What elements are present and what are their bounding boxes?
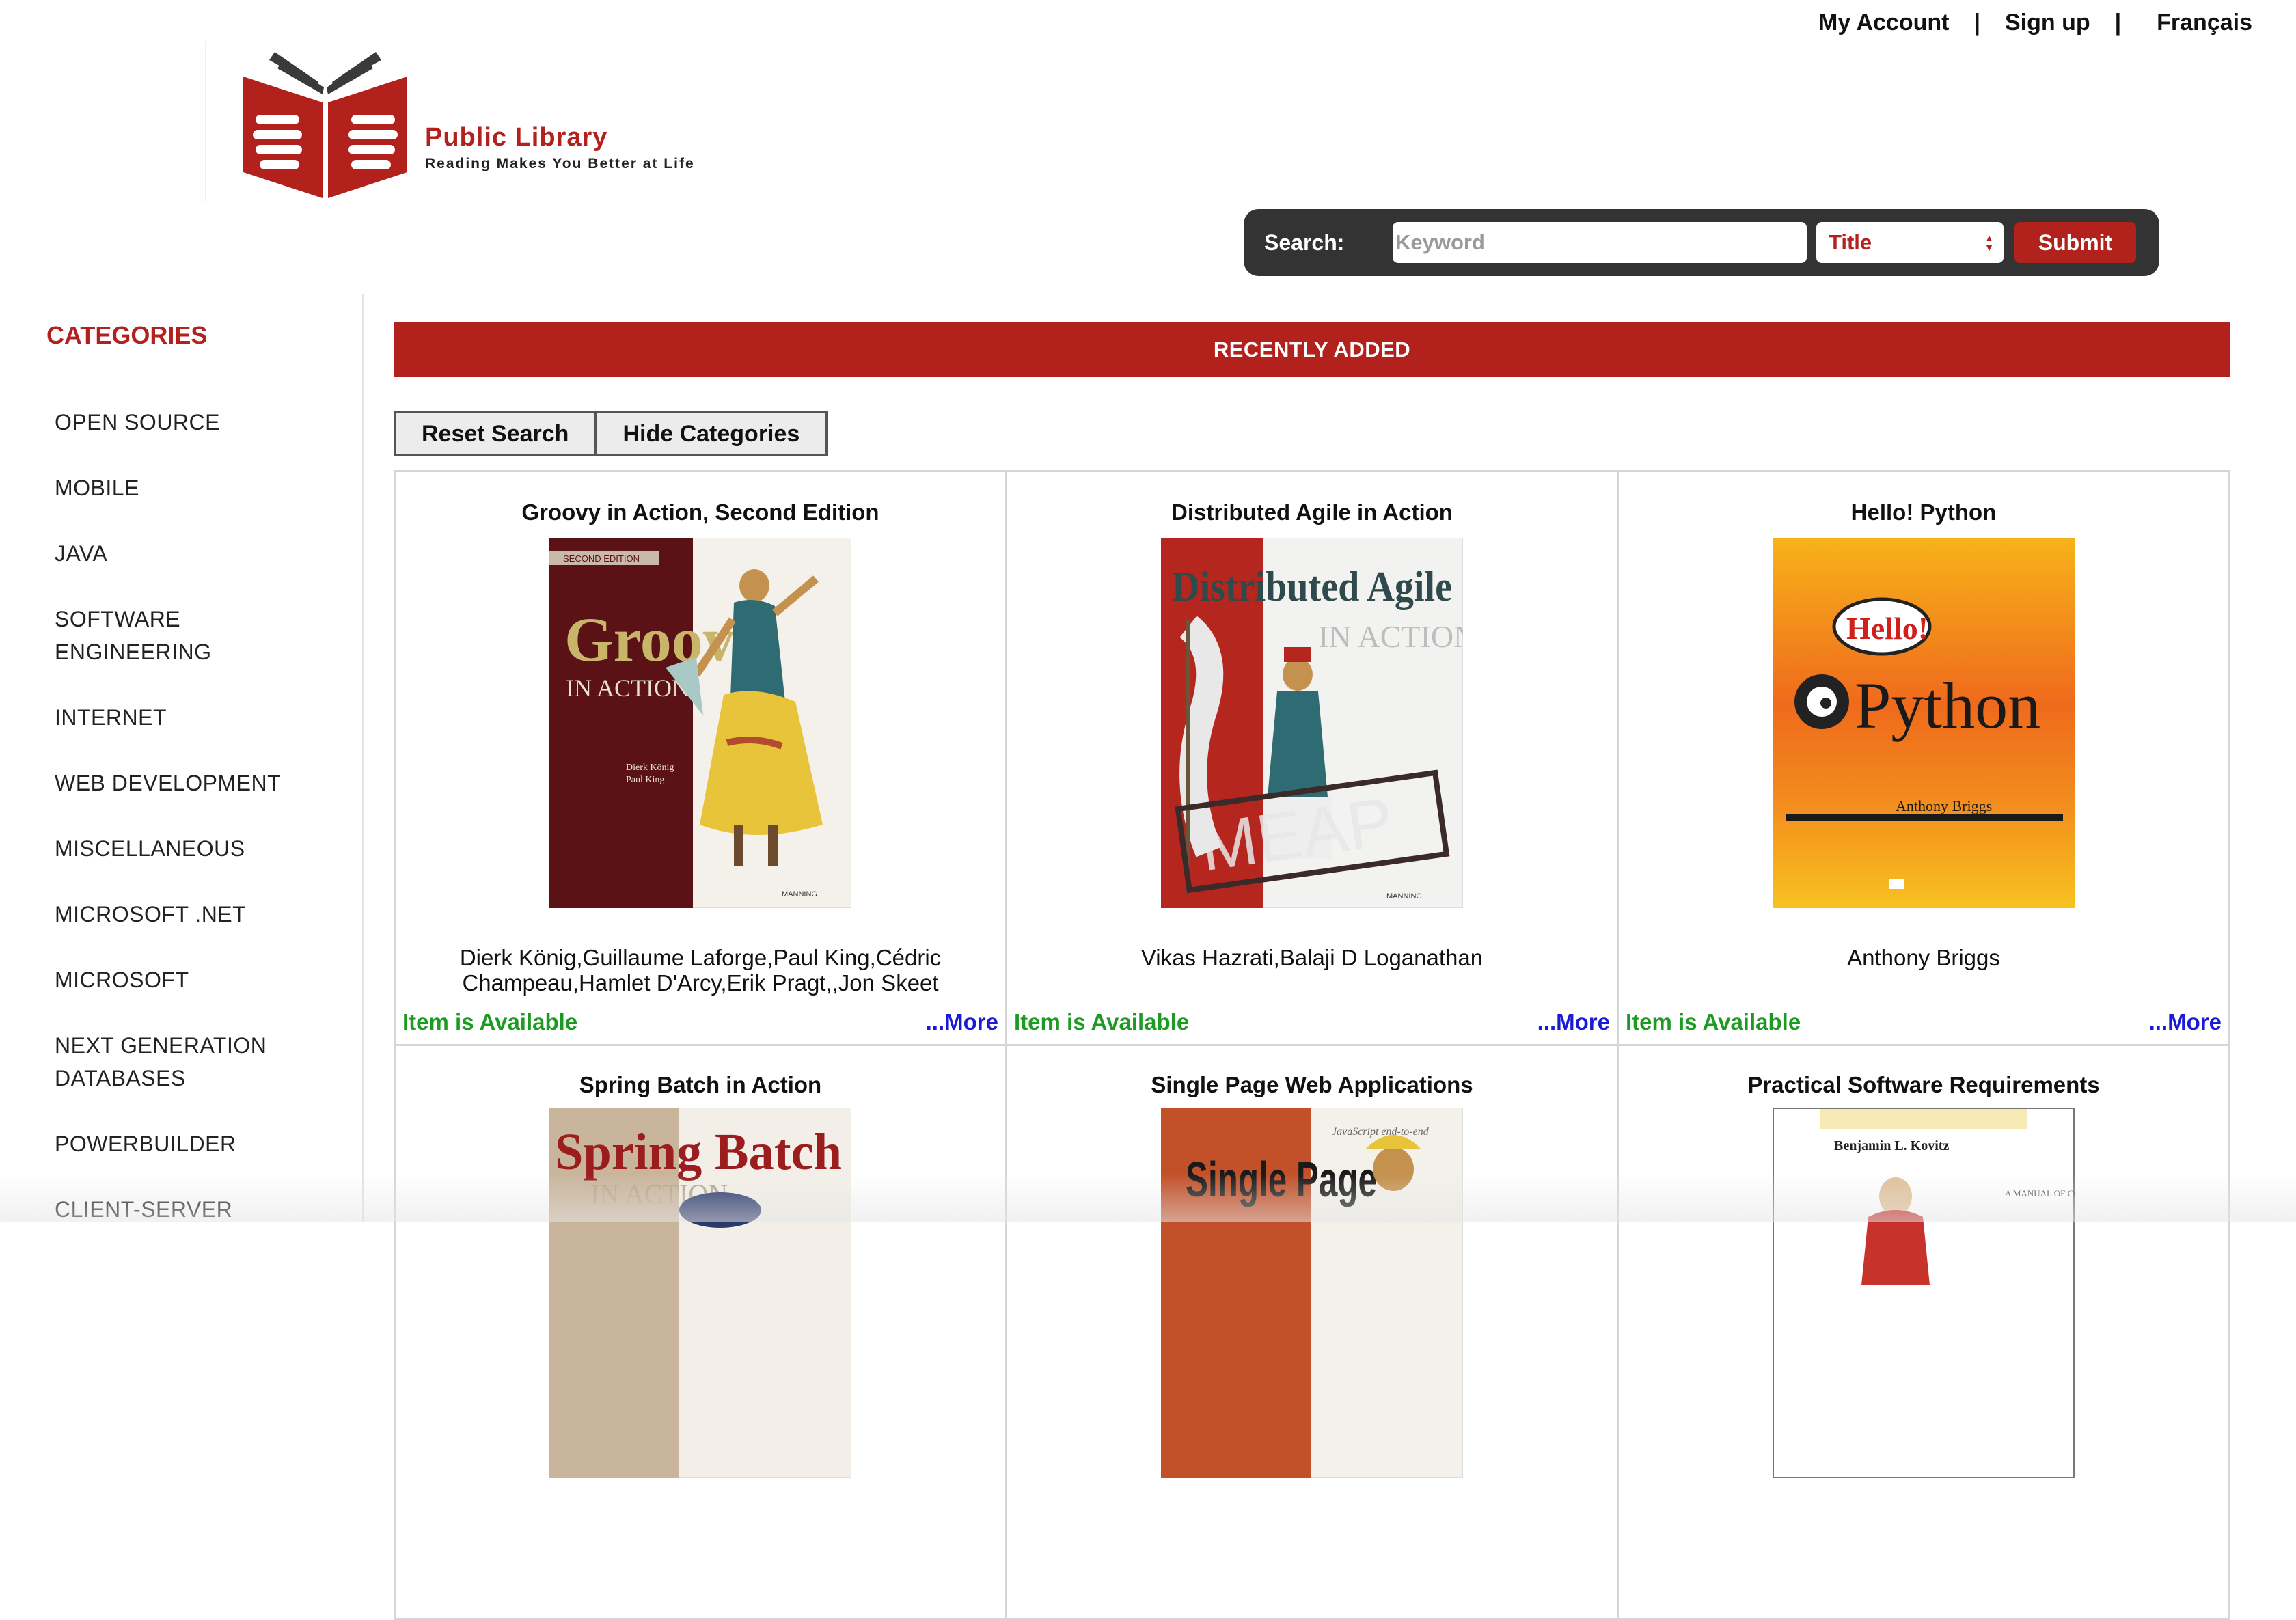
category-item[interactable]: MISCELLANEOUS — [55, 832, 328, 865]
cover-word0: JavaScript end-to-end — [1332, 1126, 1430, 1138]
categories-sidebar: CATEGORIES OPEN SOURCE MOBILE JAVA SOFTW… — [0, 294, 364, 1222]
book-cover-image[interactable]: SECOND EDITION Groovy IN ACTION Dierk Kö… — [549, 538, 851, 908]
logo-title: Public Library — [425, 123, 608, 152]
cover-publisher: MANNING — [782, 890, 817, 898]
logo-divider — [205, 41, 206, 202]
cover-sub: A MANUAL OF CONTENT — [2005, 1188, 2075, 1198]
book-authors: Vikas Hazrati,Balaji D Loganathan — [1140, 945, 1484, 970]
category-item[interactable]: MICROSOFT — [55, 963, 328, 996]
cover-edition: SECOND EDITION — [563, 553, 640, 564]
select-arrows-icon: ▲ ▼ — [1984, 232, 1994, 253]
book-title[interactable]: Hello! Python — [1619, 499, 2228, 525]
category-list: OPEN SOURCE MOBILE JAVA SOFTWARE ENGINEE… — [55, 406, 328, 1259]
sign-up-link[interactable]: Sign up — [2005, 10, 2090, 36]
link-separator: | — [2114, 10, 2122, 36]
book-cover-image[interactable]: Spring Batch IN ACTION — [549, 1108, 851, 1478]
more-link[interactable]: ...More — [1538, 1009, 1610, 1035]
link-separator: | — [1973, 10, 1980, 36]
availability-status: Item is Available — [1014, 1009, 1190, 1034]
availability-status: Item is Available — [402, 1009, 578, 1034]
book-card: Single Page Web Applications JavaScript … — [1007, 1046, 1619, 1620]
cover-bubble: Hello! — [1846, 611, 1928, 646]
book-card: Spring Batch in Action Spring Batch IN A… — [396, 1046, 1007, 1620]
categories-title: CATEGORIES — [46, 321, 208, 349]
submit-button[interactable]: Submit — [2014, 222, 2136, 263]
more-link[interactable]: ...More — [926, 1009, 998, 1035]
category-item[interactable]: INTERNET — [55, 701, 328, 734]
cover-word1: Distributed Agile — [1172, 564, 1452, 610]
category-item[interactable]: MOBILE — [55, 471, 328, 504]
book-card: Groovy in Action, Second Edition SECOND … — [396, 472, 1007, 1046]
book-card: Hello! Python Hello! Python Anthony Brig… — [1619, 472, 2230, 1046]
book-logo-icon — [243, 52, 407, 198]
book-authors: Dierk König,Guillaume Laforge,Paul King,… — [459, 945, 942, 996]
top-links: My Account | Sign up | Français — [1818, 10, 2252, 36]
book-cover-image[interactable]: Hello! Python Anthony Briggs — [1773, 538, 2075, 908]
distributed-agile-cover: Distributed Agile IN ACTION MEAP MANNING — [1161, 538, 1463, 908]
book-title[interactable]: Groovy in Action, Second Edition — [396, 499, 1005, 525]
cover-word2: IN ACTION — [566, 674, 689, 702]
category-item[interactable]: CLIENT-SERVER — [55, 1193, 328, 1226]
cover-word1: Python — [1855, 669, 2040, 742]
book-card: Practical Software Requirements Benjamin… — [1619, 1046, 2230, 1620]
cover-word1: Single Page — [1186, 1153, 1377, 1207]
my-account-link[interactable]: My Account — [1818, 10, 1949, 36]
groovy-cover: SECOND EDITION Groovy IN ACTION Dierk Kö… — [549, 538, 851, 908]
search-input[interactable] — [1393, 222, 1807, 263]
search-field-select[interactable]: Title ▲ ▼ — [1816, 222, 2004, 263]
category-item[interactable]: POWERBUILDER — [55, 1127, 328, 1160]
cover-author: Anthony Briggs — [1896, 797, 1992, 814]
book-grid: Groovy in Action, Second Edition SECOND … — [394, 470, 2230, 1620]
svg-text:Paul King: Paul King — [626, 775, 664, 785]
language-link[interactable]: Français — [2157, 10, 2252, 36]
cover-publisher: MANNING — [1386, 892, 1422, 901]
category-item[interactable]: NEXT GENERATION DATABASES — [55, 1029, 287, 1095]
single-page-cover: JavaScript end-to-end Single Page — [1161, 1108, 1463, 1478]
hello-python-cover: Hello! Python Anthony Briggs — [1773, 538, 2075, 908]
spring-batch-cover: Spring Batch IN ACTION — [549, 1108, 851, 1478]
book-cover-image[interactable]: Benjamin L. Kovitz A MANUAL OF CONTENT — [1773, 1108, 2075, 1478]
site-logo[interactable]: Public Library Reading Makes You Better … — [242, 46, 695, 198]
search-field-value: Title — [1829, 230, 1872, 254]
cover-word2: IN ACTION — [1318, 619, 1463, 654]
search-label: Search: — [1264, 230, 1345, 255]
book-title[interactable]: Distributed Agile in Action — [1007, 499, 1617, 525]
book-title[interactable]: Spring Batch in Action — [396, 1072, 1005, 1098]
logo-tagline: Reading Makes You Better at Life — [425, 156, 695, 171]
category-item[interactable]: SOFTWARE ENGINEERING — [55, 603, 253, 668]
recently-added-banner: RECENTLY ADDED — [394, 322, 2230, 377]
practical-software-cover: Benjamin L. Kovitz A MANUAL OF CONTENT — [1773, 1108, 2075, 1478]
category-item[interactable]: JAVA — [55, 537, 328, 570]
search-bar: Search: Title ▲▼ Submit — [1244, 209, 2159, 276]
action-buttons: Reset Search Hide Categories — [394, 411, 828, 456]
more-link[interactable]: ...More — [2149, 1009, 2222, 1035]
book-title[interactable]: Practical Software Requirements — [1619, 1072, 2228, 1098]
cover-word1: Spring Batch — [555, 1123, 842, 1181]
hide-categories-button[interactable]: Hide Categories — [594, 411, 828, 456]
category-item[interactable]: WEB DEVELOPMENT — [55, 767, 328, 799]
cover-author: Benjamin L. Kovitz — [1834, 1138, 1949, 1153]
svg-text:Dierk König: Dierk König — [626, 763, 674, 773]
availability-status: Item is Available — [1626, 1009, 1801, 1034]
book-cover-image[interactable]: Distributed Agile IN ACTION MEAP MANNING — [1161, 538, 1463, 908]
book-card: Distributed Agile in Action Distributed … — [1007, 472, 1619, 1046]
book-title[interactable]: Single Page Web Applications — [1007, 1072, 1617, 1098]
book-cover-image[interactable]: JavaScript end-to-end Single Page — [1161, 1108, 1463, 1478]
book-authors: Anthony Briggs — [1847, 945, 2000, 970]
category-item[interactable]: MICROSOFT .NET — [55, 898, 328, 931]
reset-search-button[interactable]: Reset Search — [394, 411, 597, 456]
category-item[interactable]: OPEN SOURCE — [55, 406, 328, 439]
